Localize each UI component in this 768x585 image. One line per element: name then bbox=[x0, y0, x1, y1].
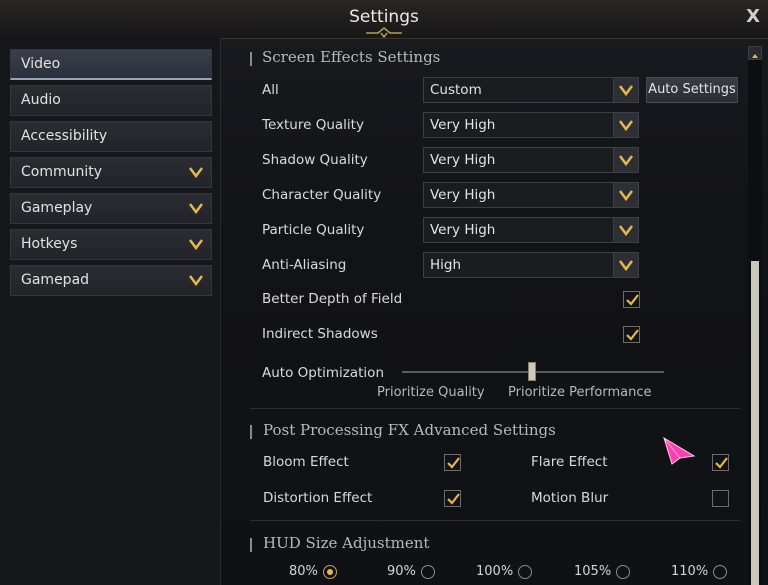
bloom-effect-checkbox[interactable] bbox=[444, 454, 461, 471]
sidebar-item-label: Gamepad bbox=[21, 272, 90, 288]
hud-size-100-label: 100% bbox=[476, 564, 514, 579]
flare-effect-checkbox[interactable] bbox=[712, 454, 729, 471]
sidebar-item-label: Hotkeys bbox=[21, 236, 78, 252]
hud-size-110-radio[interactable] bbox=[713, 565, 727, 579]
settings-content: Screen Effects Settings All Custom Auto … bbox=[232, 38, 742, 585]
auto-optimization-label: Auto Optimization bbox=[262, 365, 384, 381]
chevron-down-icon bbox=[619, 260, 633, 272]
sidebar-item-audio[interactable]: Audio bbox=[10, 85, 212, 116]
hud-size-100-radio[interactable] bbox=[518, 565, 532, 579]
title-bar: Settings X bbox=[0, 0, 768, 39]
dropdown-value: Custom bbox=[430, 82, 482, 98]
chevron-down-icon bbox=[189, 167, 203, 178]
checkmark-icon bbox=[447, 457, 460, 469]
section-title-screen-effects: Screen Effects Settings bbox=[262, 48, 441, 66]
shadow-quality-dropdown[interactable]: Very High bbox=[423, 147, 639, 173]
anti-aliasing-dropdown[interactable]: High bbox=[423, 252, 639, 278]
particle-quality-label: Particle Quality bbox=[262, 222, 365, 238]
dropdown-value: Very High bbox=[430, 152, 496, 168]
dropdown-value: Very High bbox=[430, 187, 496, 203]
sidebar-item-label: Audio bbox=[21, 92, 61, 108]
scroll-up-button[interactable] bbox=[748, 46, 762, 60]
settings-window: Settings X Video Audio Accessibility Com… bbox=[0, 0, 768, 585]
anti-aliasing-label: Anti-Aliasing bbox=[262, 257, 347, 273]
sidebar-item-label: Gameplay bbox=[21, 200, 93, 216]
section-divider bbox=[250, 408, 740, 409]
texture-quality-label: Texture Quality bbox=[262, 117, 364, 133]
character-quality-dropdown[interactable]: Very High bbox=[423, 182, 639, 208]
sidebar: Video Audio Accessibility Community Game… bbox=[0, 38, 221, 585]
prioritize-quality-label: Prioritize Quality bbox=[377, 385, 485, 400]
arrow-up-icon bbox=[752, 54, 758, 58]
depth-of-field-label: Better Depth of Field bbox=[262, 291, 403, 307]
scrollbar-thumb[interactable] bbox=[751, 261, 759, 585]
section-title-post-processing: Post Processing FX Advanced Settings bbox=[263, 421, 556, 439]
sidebar-item-video[interactable]: Video bbox=[10, 49, 212, 80]
distortion-effect-label: Distortion Effect bbox=[263, 490, 373, 506]
depth-of-field-checkbox[interactable] bbox=[623, 291, 640, 308]
close-button[interactable]: X bbox=[746, 6, 760, 27]
dropdown-value: Very High bbox=[430, 117, 496, 133]
sidebar-item-label: Community bbox=[21, 164, 103, 180]
section-marker bbox=[250, 425, 252, 439]
auto-optimization-slider-thumb[interactable] bbox=[528, 362, 536, 381]
character-quality-label: Character Quality bbox=[262, 187, 382, 203]
chevron-down-icon bbox=[189, 239, 203, 250]
chevron-down-icon bbox=[619, 120, 633, 132]
distortion-effect-checkbox[interactable] bbox=[444, 490, 461, 507]
checkmark-icon bbox=[626, 329, 639, 341]
all-label: All bbox=[262, 82, 279, 98]
sidebar-item-label: Accessibility bbox=[21, 128, 108, 144]
checkmark-icon bbox=[715, 457, 728, 469]
hud-size-90-radio[interactable] bbox=[421, 565, 435, 579]
hud-size-110-label: 110% bbox=[671, 564, 709, 579]
sidebar-item-gameplay[interactable]: Gameplay bbox=[10, 193, 212, 224]
dropdown-toggle[interactable] bbox=[613, 253, 638, 277]
hud-size-80-radio[interactable] bbox=[323, 565, 337, 579]
motion-blur-label: Motion Blur bbox=[531, 490, 609, 506]
dropdown-value: Very High bbox=[430, 222, 496, 238]
sidebar-item-hotkeys[interactable]: Hotkeys bbox=[10, 229, 212, 260]
dropdown-toggle[interactable] bbox=[613, 78, 638, 102]
hud-size-90-label: 90% bbox=[387, 564, 416, 579]
hud-size-105-label: 105% bbox=[574, 564, 612, 579]
chevron-down-icon bbox=[189, 275, 203, 286]
chevron-down-icon bbox=[619, 85, 633, 97]
sidebar-item-community[interactable]: Community bbox=[10, 157, 212, 188]
particle-quality-dropdown[interactable]: Very High bbox=[423, 217, 639, 243]
flare-effect-label: Flare Effect bbox=[531, 454, 608, 470]
chevron-down-icon bbox=[189, 203, 203, 214]
prioritize-performance-label: Prioritize Performance bbox=[508, 385, 652, 400]
texture-quality-dropdown[interactable]: Very High bbox=[423, 112, 639, 138]
shadow-quality-label: Shadow Quality bbox=[262, 152, 368, 168]
dropdown-value: High bbox=[430, 257, 462, 273]
sidebar-item-accessibility[interactable]: Accessibility bbox=[10, 121, 212, 152]
dropdown-toggle[interactable] bbox=[613, 148, 638, 172]
section-divider bbox=[250, 520, 740, 521]
hud-size-105-radio[interactable] bbox=[616, 565, 630, 579]
hud-size-80-label: 80% bbox=[289, 564, 318, 579]
auto-settings-button[interactable]: Auto Settings bbox=[646, 77, 738, 103]
chevron-down-icon bbox=[619, 190, 633, 202]
section-title-hud-size: HUD Size Adjustment bbox=[263, 534, 430, 552]
section-marker bbox=[250, 538, 252, 552]
dropdown-toggle[interactable] bbox=[613, 113, 638, 137]
checkmark-icon bbox=[626, 294, 639, 306]
dropdown-toggle[interactable] bbox=[613, 218, 638, 242]
chevron-down-icon bbox=[619, 155, 633, 167]
section-marker bbox=[250, 52, 252, 66]
chevron-down-icon bbox=[619, 225, 633, 237]
indirect-shadows-label: Indirect Shadows bbox=[262, 326, 378, 342]
indirect-shadows-checkbox[interactable] bbox=[623, 326, 640, 343]
checkmark-icon bbox=[447, 493, 460, 505]
mouse-cursor-icon bbox=[663, 436, 696, 465]
dropdown-toggle[interactable] bbox=[613, 183, 638, 207]
bloom-effect-label: Bloom Effect bbox=[263, 454, 349, 470]
all-quality-dropdown[interactable]: Custom bbox=[423, 77, 639, 103]
window-title: Settings bbox=[349, 7, 419, 27]
sidebar-item-label: Video bbox=[21, 56, 61, 72]
motion-blur-checkbox[interactable] bbox=[712, 490, 729, 507]
scrollbar[interactable] bbox=[748, 46, 762, 585]
sidebar-item-gamepad[interactable]: Gamepad bbox=[10, 265, 212, 296]
